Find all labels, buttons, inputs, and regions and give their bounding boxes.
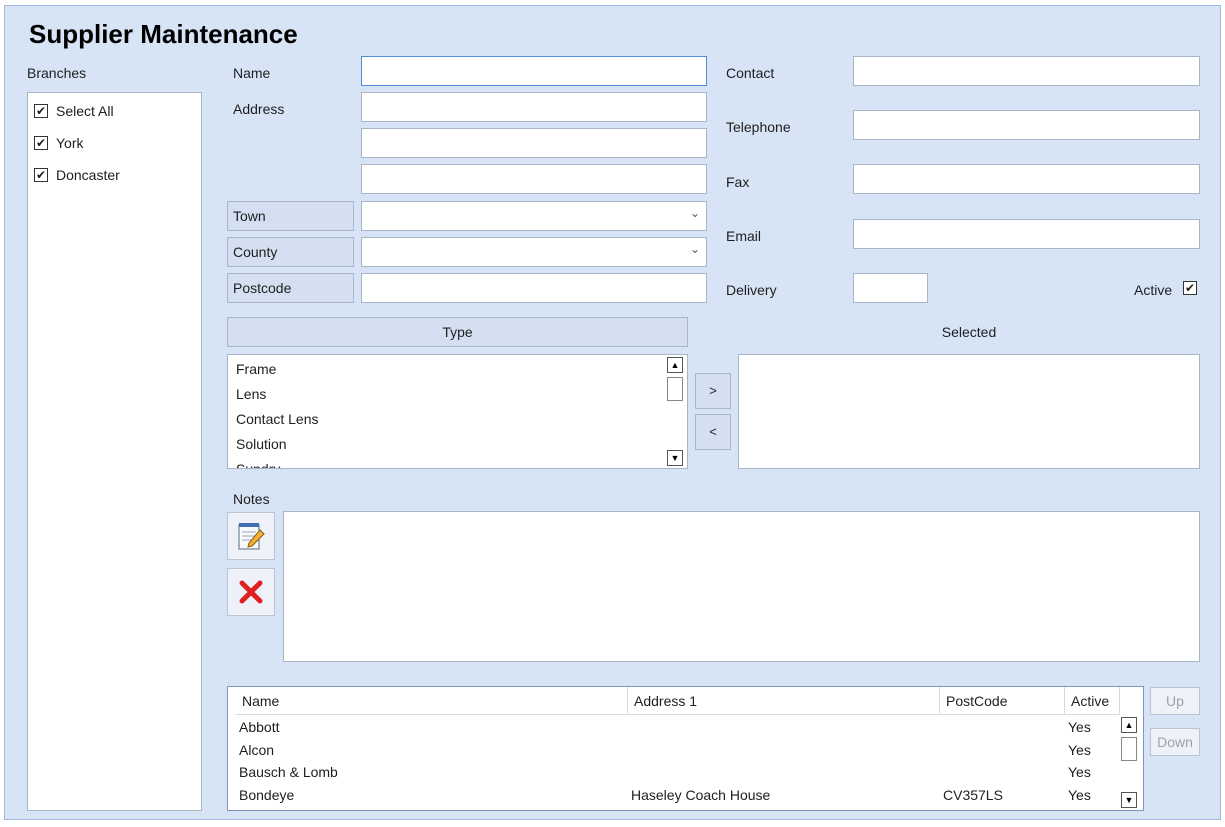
email-input[interactable]: [853, 219, 1200, 249]
list-item[interactable]: Solution: [236, 436, 287, 452]
cell-address1: Haseley Coach House: [631, 787, 771, 803]
scroll-thumb[interactable]: [667, 377, 683, 401]
contact-label: Contact: [726, 65, 775, 81]
list-item[interactable]: Frame: [236, 361, 276, 377]
active-label: Active: [1134, 282, 1173, 298]
branches-list: ✔ Select All ✔ York ✔ Doncaster: [27, 92, 202, 811]
telephone-input[interactable]: [853, 110, 1200, 140]
branches-label: Branches: [27, 65, 87, 81]
supplier-maintenance-window: Supplier Maintenance Branches ✔ Select A…: [4, 5, 1221, 820]
address-line-1-input[interactable]: [361, 92, 707, 122]
type-header: Type: [227, 317, 688, 347]
active-checkbox[interactable]: ✔: [1183, 281, 1197, 295]
scroll-down-icon[interactable]: ▼: [667, 450, 683, 466]
address-label: Address: [233, 101, 285, 117]
scroll-up-icon[interactable]: ▲: [667, 357, 683, 373]
scroll-up-icon[interactable]: ▲: [1121, 717, 1137, 733]
town-combo[interactable]: ⌄: [361, 201, 707, 231]
cell-active: Yes: [1068, 719, 1091, 735]
page-title: Supplier Maintenance: [29, 19, 298, 49]
cell-name: Bausch & Lomb: [239, 764, 338, 780]
contact-input[interactable]: [853, 56, 1200, 86]
name-label: Name: [233, 65, 271, 81]
branch-item-york[interactable]: ✔ York: [34, 133, 84, 153]
list-item[interactable]: Contact Lens: [236, 411, 319, 427]
branch-label: Doncaster: [56, 167, 120, 183]
column-header-active[interactable]: Active: [1065, 687, 1120, 715]
postcode-label: Postcode: [227, 273, 354, 303]
address-line-2-input[interactable]: [361, 128, 707, 158]
cell-postcode: CV357LS: [943, 787, 1003, 803]
notepad-edit-icon: [238, 523, 265, 550]
column-header-address1[interactable]: Address 1: [628, 687, 940, 715]
county-label: County: [227, 237, 354, 267]
selected-header: Selected: [941, 324, 997, 340]
name-input[interactable]: [361, 56, 707, 86]
scroll-thumb[interactable]: [1121, 737, 1137, 761]
cell-active: Yes: [1068, 764, 1091, 780]
cell-active: Yes: [1068, 787, 1091, 803]
move-down-button[interactable]: Down: [1150, 728, 1200, 756]
cell-name: Bondeye: [239, 787, 295, 803]
delete-notes-button[interactable]: [227, 568, 275, 616]
grid-scrollbar[interactable]: ▲ ▼: [1121, 717, 1139, 808]
notes-label: Notes: [233, 491, 270, 507]
branch-item-select-all[interactable]: ✔ Select All: [34, 101, 114, 121]
list-item[interactable]: Sundry: [236, 461, 280, 468]
delivery-input[interactable]: [853, 273, 928, 303]
fax-input[interactable]: [853, 164, 1200, 194]
york-checkbox[interactable]: ✔: [34, 136, 48, 150]
branch-item-doncaster[interactable]: ✔ Doncaster: [34, 165, 120, 185]
suppliers-grid[interactable]: Name Address 1 PostCode Active Abbott Ye…: [227, 686, 1144, 811]
postcode-input[interactable]: [361, 273, 707, 303]
telephone-label: Telephone: [726, 119, 791, 135]
move-up-button[interactable]: Up: [1150, 687, 1200, 715]
doncaster-checkbox[interactable]: ✔: [34, 168, 48, 182]
notes-textarea[interactable]: [283, 511, 1200, 662]
remove-selected-button[interactable]: <: [695, 414, 731, 450]
list-item[interactable]: Lens: [236, 386, 266, 402]
fax-label: Fax: [726, 174, 750, 190]
town-label: Town: [227, 201, 354, 231]
branch-label: York: [56, 135, 84, 151]
select-all-checkbox[interactable]: ✔: [34, 104, 48, 118]
cell-name: Alcon: [239, 742, 275, 758]
edit-notes-button[interactable]: [227, 512, 275, 560]
email-label: Email: [726, 228, 762, 244]
cell-name: Abbott: [239, 719, 280, 735]
branch-label: Select All: [56, 103, 114, 119]
chevron-down-icon[interactable]: ⌄: [690, 242, 700, 256]
delivery-label: Delivery: [726, 282, 777, 298]
chevron-down-icon[interactable]: ⌄: [690, 206, 700, 220]
column-header-name[interactable]: Name: [236, 687, 628, 715]
type-list[interactable]: Frame Lens Contact Lens Solution Sundry …: [227, 354, 688, 469]
selected-list[interactable]: [738, 354, 1200, 469]
red-x-delete-icon: [239, 580, 263, 604]
type-list-scrollbar[interactable]: ▲ ▼: [667, 357, 685, 466]
cell-active: Yes: [1068, 742, 1091, 758]
add-selected-button[interactable]: >: [695, 373, 731, 409]
county-combo[interactable]: ⌄: [361, 237, 707, 267]
scroll-down-icon[interactable]: ▼: [1121, 792, 1137, 808]
address-line-3-input[interactable]: [361, 164, 707, 194]
column-header-postcode[interactable]: PostCode: [940, 687, 1065, 715]
